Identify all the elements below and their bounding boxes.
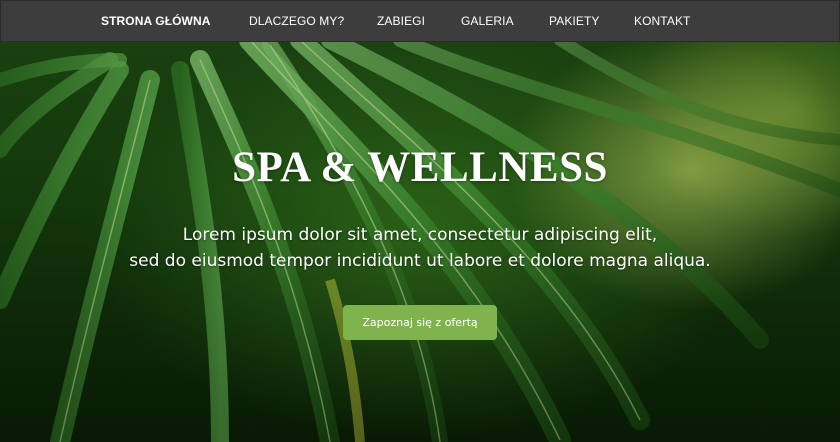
- hero-description-line-2: sed do eiusmod tempor incididunt ut labo…: [129, 251, 711, 271]
- nav-item-contact[interactable]: KONTAKT: [634, 1, 690, 41]
- hero-description-line-1: Lorem ipsum dolor sit amet, consectetur …: [182, 225, 658, 245]
- top-navbar: STRONA GŁÓWNA DLACZEGO MY? ZABIEGI GALER…: [0, 0, 840, 42]
- nav-item-why-us[interactable]: DLACZEGO MY?: [249, 1, 344, 41]
- hero-description: Lorem ipsum dolor sit amet, consectetur …: [0, 222, 840, 274]
- nav-item-packages[interactable]: PAKIETY: [549, 1, 600, 41]
- nav-item-home[interactable]: STRONA GŁÓWNA: [101, 1, 211, 41]
- hero-title: SPA & WELLNESS: [232, 144, 608, 191]
- view-offer-button[interactable]: Zapoznaj się z ofertą: [343, 305, 497, 340]
- hero-section: SPA & WELLNESS Lorem ipsum dolor sit ame…: [0, 0, 840, 442]
- nav-item-gallery[interactable]: GALERIA: [461, 1, 514, 41]
- page: STRONA GŁÓWNA DLACZEGO MY? ZABIEGI GALER…: [0, 0, 840, 442]
- nav-item-treatments[interactable]: ZABIEGI: [377, 1, 425, 41]
